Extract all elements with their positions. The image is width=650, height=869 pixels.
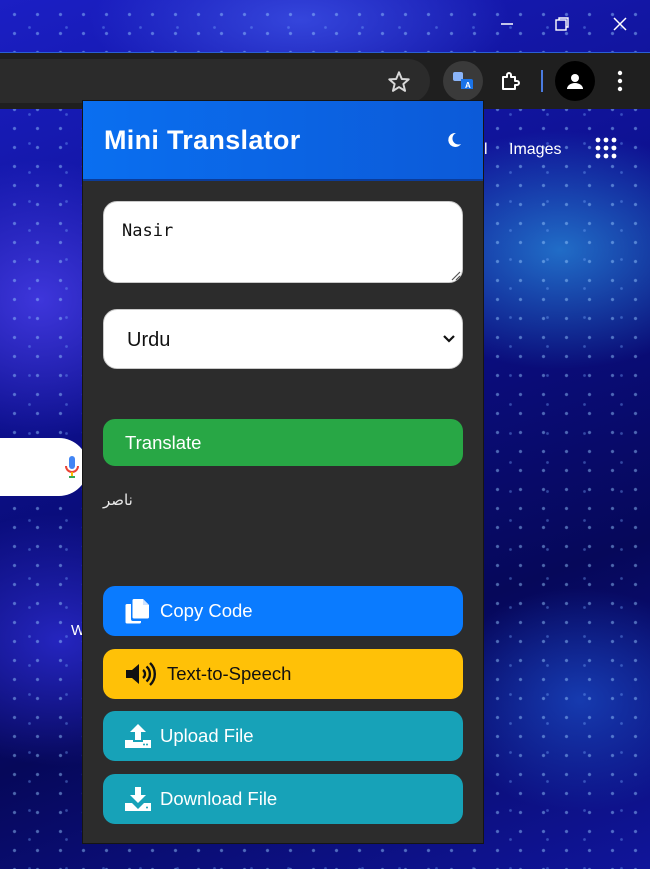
background-link-fragment[interactable]: l	[484, 141, 488, 159]
translator-extension-button[interactable]: A	[443, 61, 483, 101]
copy-icon	[125, 599, 149, 624]
chevron-down-icon	[443, 335, 455, 343]
text-to-speech-label: Text-to-Speech	[167, 663, 292, 684]
download-icon	[125, 787, 151, 811]
window-titlebar	[0, 0, 650, 52]
source-text-input[interactable]: Nasir	[103, 201, 463, 283]
translation-result: ناصر	[103, 491, 133, 509]
profile-button[interactable]	[555, 61, 595, 101]
maximize-button[interactable]	[542, 6, 582, 42]
text-to-speech-button[interactable]: Text-to-Speech	[103, 649, 463, 699]
restore-icon	[555, 17, 569, 31]
person-icon	[567, 74, 583, 89]
language-select-value: Urdu	[127, 329, 171, 351]
translate-extension-icon: A	[453, 72, 473, 90]
download-file-button[interactable]: Download File	[103, 774, 463, 824]
copy-code-button[interactable]: Copy Code	[103, 586, 463, 636]
popup-header: Mini Translator	[83, 101, 483, 181]
extensions-button[interactable]	[490, 61, 530, 101]
language-select[interactable]: Urdu	[103, 309, 463, 369]
svg-text:A: A	[465, 81, 471, 90]
speaker-icon	[126, 662, 156, 686]
resize-grip-icon[interactable]	[451, 271, 461, 281]
translator-popup: Mini Translator Nasir Urdu Translate ناص…	[82, 100, 484, 844]
bookmark-star-icon[interactable]	[386, 69, 412, 95]
images-link[interactable]: Images	[509, 141, 561, 159]
translate-button-label: Translate	[125, 432, 202, 453]
toolbar-separator	[541, 70, 543, 92]
mic-icon[interactable]	[64, 455, 80, 479]
more-menu-icon[interactable]	[612, 67, 628, 95]
upload-icon	[125, 724, 151, 748]
puzzle-icon	[502, 72, 520, 90]
minimize-button[interactable]	[487, 6, 527, 42]
copy-code-label: Copy Code	[160, 600, 253, 621]
download-file-label: Download File	[160, 788, 278, 809]
upload-file-label: Upload File	[160, 725, 254, 746]
moon-icon[interactable]	[445, 131, 463, 149]
translate-button[interactable]: Translate	[103, 419, 463, 466]
upload-file-button[interactable]: Upload File	[103, 711, 463, 761]
minimize-icon	[501, 23, 513, 25]
apps-grid-icon[interactable]	[595, 137, 617, 159]
close-icon	[613, 17, 627, 31]
popup-title: Mini Translator	[104, 125, 301, 155]
close-window-button[interactable]	[600, 6, 640, 42]
address-bar[interactable]	[0, 59, 430, 103]
